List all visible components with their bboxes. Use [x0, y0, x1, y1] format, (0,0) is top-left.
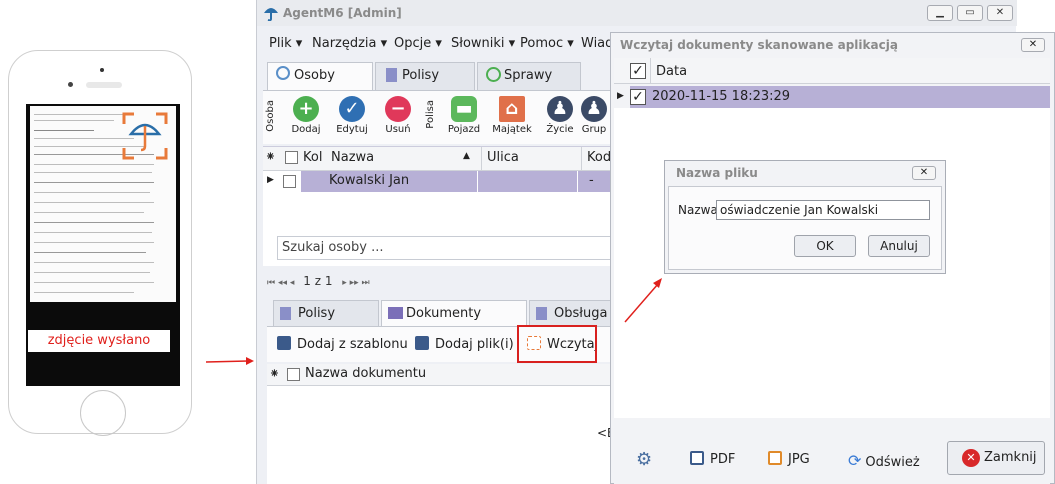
tab-sprawy[interactable]: Sprawy — [477, 62, 581, 90]
dialog-title: Nazwa pliku — [676, 166, 758, 180]
vehicle-button[interactable]: ▬ Pojazd — [439, 96, 489, 135]
column-nazwa[interactable]: Nazwa — [331, 150, 374, 165]
life-button[interactable]: ♟ Życie — [535, 96, 585, 135]
pdf-button[interactable]: PDF — [690, 451, 735, 467]
scanned-document-image — [30, 106, 176, 302]
maximize-button[interactable]: ▭ — [957, 5, 983, 21]
column-kol[interactable]: Kol — [303, 150, 327, 165]
row-name: Kowalski Jan — [329, 173, 410, 188]
arrow-up-right-icon — [624, 278, 662, 323]
close-window-button[interactable]: ✕ — [987, 5, 1013, 21]
row-kod: - — [589, 173, 594, 188]
sort-asc-icon: ▲ — [463, 151, 470, 161]
tab-obsluga[interactable]: Obsługa — [529, 300, 611, 327]
minus-icon: − — [385, 96, 411, 122]
file-name-input[interactable]: oświadczenie Jan Kowalski — [716, 200, 930, 220]
jpg-button[interactable]: JPG — [768, 451, 810, 467]
scan-row-date: 2020-11-15 18:23:29 — [652, 89, 791, 104]
delete-button[interactable]: − Usuń — [373, 96, 423, 135]
pager: ⏮ ◂◂ ◂ 1 z 1 ▸ ▸▸ ⏭ — [267, 274, 370, 288]
menu-pomoc[interactable]: Pomoc ▾ — [520, 36, 574, 51]
minimize-button[interactable]: ▁ — [927, 5, 953, 21]
document-icon — [386, 68, 397, 82]
close-dialog-button[interactable]: ✕ — [912, 166, 936, 180]
ribbon-group-osoba: Osoba — [265, 100, 276, 132]
highlight-box — [517, 325, 597, 363]
select-all-docs-checkbox[interactable] — [287, 368, 300, 381]
column-data[interactable]: Data — [656, 64, 687, 79]
add-from-template-button[interactable]: Dodaj z szablonu — [277, 336, 408, 352]
add-button[interactable]: + Dodaj — [281, 96, 331, 135]
plus-icon: + — [293, 96, 319, 122]
scan-grid-header: ✓ Data — [614, 58, 1050, 84]
phone-home-button — [80, 390, 126, 436]
car-icon: ▬ — [451, 96, 477, 122]
add-files-button[interactable]: Dodaj plik(i) — [415, 336, 514, 352]
scan-row-checkbox[interactable]: ✓ — [630, 89, 646, 105]
edit-button[interactable]: ✓ Edytuj — [327, 96, 377, 135]
window-title: AgentM6 [Admin] — [283, 6, 402, 20]
document-icon — [280, 307, 291, 320]
row-indicator-icon: ▶ — [267, 175, 274, 185]
tab-polisy[interactable]: Polisy — [375, 62, 475, 90]
refresh-button[interactable]: ⟳ Odśwież — [848, 451, 920, 470]
folder-icon — [388, 307, 403, 319]
tab-dokumenty-klienta[interactable]: Dokumenty klienta — [381, 300, 527, 346]
group-button[interactable]: ♟ Grup — [579, 96, 609, 135]
close-scan-window-button[interactable]: ✕ — [1021, 38, 1045, 52]
arrow-right-icon — [205, 357, 254, 365]
jpg-doc-icon — [768, 451, 782, 465]
cancel-button[interactable]: Anuluj — [868, 235, 930, 257]
column-nazwa-dokumentu[interactable]: Nazwa dokumentu — [305, 366, 426, 381]
add-template-icon — [277, 336, 291, 350]
menu-wiadomosci[interactable]: Wiad — [581, 36, 613, 51]
phone-speaker — [86, 82, 122, 88]
check-icon: ✓ — [339, 96, 365, 122]
refresh-icon: ⟳ — [848, 451, 862, 470]
settings-gear-icon[interactable]: ⚙ — [636, 449, 652, 470]
menu-opcje[interactable]: Opcje ▾ — [394, 36, 442, 51]
select-all-checkbox[interactable] — [285, 151, 298, 164]
pager-nav-last-icon[interactable]: ▸ ▸▸ ⏭ — [342, 278, 369, 288]
menu-slowniki[interactable]: Słowniki ▾ — [451, 36, 515, 51]
row-checkbox[interactable] — [283, 175, 296, 188]
table-row[interactable]: ✓ 2020-11-15 18:23:29 — [630, 86, 1050, 108]
dialog-body — [668, 186, 942, 270]
close-x-icon: ✕ — [962, 449, 980, 467]
select-all-scans-checkbox[interactable]: ✓ — [630, 63, 646, 79]
add-file-icon — [415, 336, 429, 350]
phone-camera — [100, 68, 104, 72]
pdf-doc-icon — [690, 451, 704, 465]
menu-plik[interactable]: Plik ▾ — [269, 36, 302, 51]
group-icon: ♟ — [581, 96, 607, 122]
tab-osoby[interactable]: Osoby — [267, 62, 373, 90]
umbrella-logo-icon — [122, 112, 168, 160]
app-umbrella-icon — [264, 8, 278, 21]
ok-button[interactable]: OK — [794, 235, 856, 257]
document-icon — [536, 307, 547, 320]
column-kod[interactable]: Kod — [587, 150, 611, 165]
column-ulica[interactable]: Ulica — [487, 150, 519, 165]
pager-nav-first-icon[interactable]: ⏮ ◂◂ ◂ — [267, 278, 297, 288]
person-standing-icon: ♟ — [547, 96, 573, 122]
clock-icon — [486, 67, 501, 82]
menu-narzedzia[interactable]: Narzędzia ▾ — [312, 36, 387, 51]
property-button[interactable]: ⌂ Majątek — [487, 96, 537, 135]
phone-sensor — [68, 82, 73, 87]
ribbon-group-polisa: Polisa — [425, 100, 436, 129]
photo-sent-label: zdjęcie wysłano — [28, 330, 170, 352]
close-button[interactable]: ✕ Zamknij — [947, 441, 1045, 475]
name-label: Nazwa — [678, 203, 718, 217]
house-icon: ⌂ — [499, 96, 525, 122]
person-icon — [276, 66, 290, 80]
phone-screen: zdjęcie wysłano — [26, 104, 180, 386]
tab-polisy-klienta[interactable]: Polisy klienta — [273, 300, 379, 346]
scan-window-title: Wczytaj dokumenty skanowane aplikacją — [620, 38, 898, 52]
scan-row-indicator-icon: ▶ — [617, 91, 624, 101]
